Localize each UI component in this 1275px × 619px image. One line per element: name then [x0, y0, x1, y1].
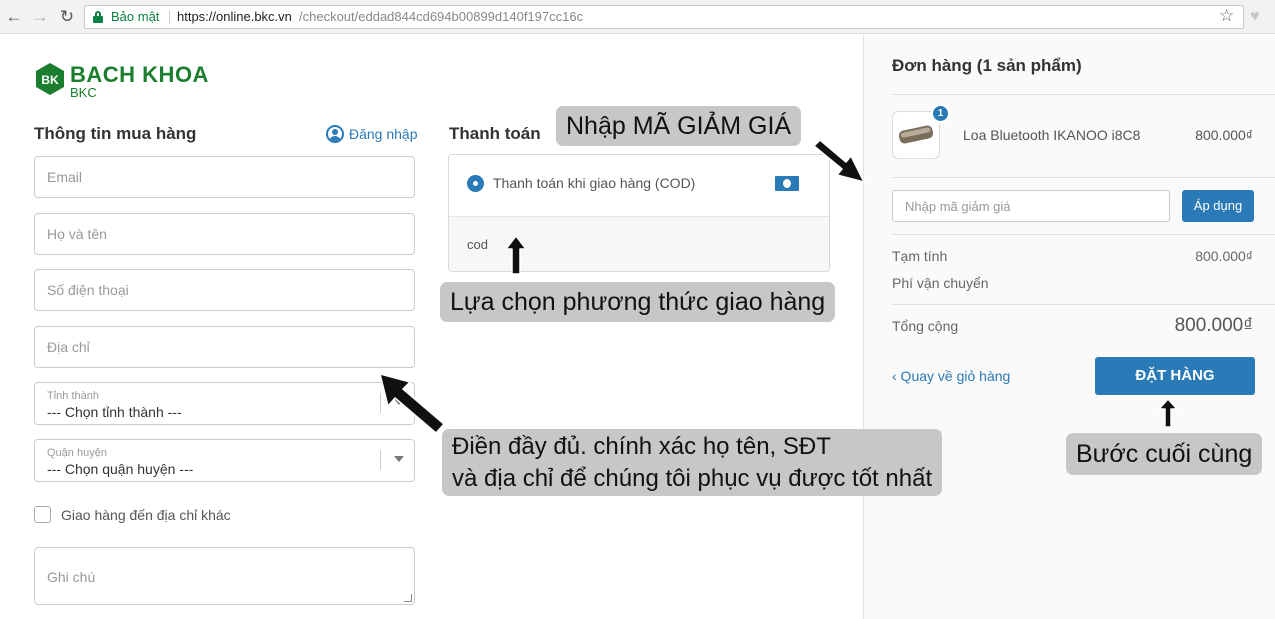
district-value: --- Chọn quận huyện --- [47, 461, 194, 477]
brand-sub: BKC [70, 85, 97, 100]
speaker-image [898, 124, 934, 145]
fill-hint-line1: Điền đầy đủ. chính xác họ tên, SĐT [452, 433, 831, 460]
cod-label: Thanh toán khi giao hàng (COD) [493, 175, 696, 191]
select-divider [380, 450, 381, 470]
bk-hexagon-logo-icon: BK [36, 63, 64, 95]
fill-info-hint-callout: Điền đầy đủ. chính xác họ tên, SĐT và đị… [442, 429, 943, 496]
subtotal-value: 800.000₫ [1195, 248, 1253, 264]
payment-option-cod[interactable]: Thanh toán khi giao hàng (COD) [449, 155, 829, 217]
resize-handle[interactable] [404, 594, 412, 602]
cash-icon [775, 176, 799, 191]
note-placeholder: Ghi chú [47, 569, 96, 585]
province-value: --- Chọn tỉnh thành --- [47, 404, 182, 420]
order-title: Đơn hàng (1 sản phẩm) [892, 56, 1082, 75]
other-address-option[interactable]: Giao hàng đến địa chỉ khác [34, 506, 231, 523]
url-path: /checkout/eddad844cd694b00899d140f197cc1… [299, 9, 584, 24]
url-separator [169, 10, 170, 24]
email-field[interactable]: Email [34, 156, 415, 198]
secure-label: Bảo mật [111, 9, 160, 24]
name-field[interactable]: Họ và tên [34, 213, 415, 255]
login-label: Đăng nhập [349, 126, 418, 142]
subtotal-label: Tạm tính [892, 248, 948, 264]
extension-heart-icon[interactable]: ♥ [1250, 8, 1260, 26]
province-select[interactable]: Tỉnh thành --- Chọn tỉnh thành --- [34, 382, 415, 425]
place-order-button[interactable]: ĐẶT HÀNG [1095, 357, 1255, 395]
browser-toolbar: ← → ↻ Bảo mật https://online.bkc.vn /che… [0, 0, 1275, 34]
product-price: 800.000₫ [1195, 127, 1253, 143]
email-placeholder: Email [47, 169, 83, 185]
final-step-hint-callout: Bước cuối cùng [1066, 433, 1263, 475]
district-label: Quận huyện [47, 447, 107, 459]
fill-hint-line2: và địa chỉ để chúng tôi phục vụ được tốt… [452, 465, 933, 492]
other-address-label: Giao hàng đến địa chỉ khác [61, 506, 231, 523]
shipping-hint-callout: Lựa chọn phương thức giao hàng [440, 282, 836, 322]
province-label: Tỉnh thành [47, 390, 99, 402]
address-placeholder: Địa chỉ [47, 339, 90, 355]
divider [892, 177, 1275, 178]
arrow-to-discount-icon [813, 139, 865, 183]
divider [892, 234, 1275, 235]
cod-description: cod [467, 237, 488, 252]
order-summary: Đơn hàng (1 sản phẩm) 1 Loa Bluetooth IK… [863, 35, 1275, 619]
logo-mark-text: BK [41, 73, 59, 87]
back-to-cart-link[interactable]: ‹ Quay về giỏ hàng [892, 368, 1010, 384]
district-select[interactable]: Quận huyện --- Chọn quận huyện --- [34, 439, 415, 482]
bookmark-star-icon[interactable]: ☆ [1219, 6, 1234, 26]
purchase-info-title: Thông tin mua hàng [34, 124, 197, 143]
divider [892, 304, 1275, 305]
chevron-down-icon[interactable] [394, 456, 404, 462]
arrow-to-payment-icon [505, 235, 527, 275]
phone-placeholder: Số điện thoại [47, 282, 129, 298]
discount-placeholder: Nhập mã giảm giá [905, 199, 1011, 214]
reload-icon[interactable]: ↻ [57, 7, 77, 27]
total-value: 800.000₫ [1174, 315, 1253, 336]
phone-field[interactable]: Số điện thoại [34, 269, 415, 311]
forward-arrow-icon[interactable]: → [30, 7, 50, 27]
name-placeholder: Họ và tên [47, 226, 107, 242]
login-link[interactable]: Đăng nhập [326, 125, 418, 143]
other-address-checkbox[interactable] [34, 506, 51, 523]
product-name: Loa Bluetooth IKANOO i8C8 [963, 127, 1141, 143]
total-label: Tổng cộng [892, 318, 959, 334]
arrow-to-order-button-icon [1158, 398, 1178, 428]
address-field[interactable]: Địa chỉ [34, 326, 415, 368]
apply-discount-button[interactable]: Áp dụng [1182, 190, 1254, 222]
arrow-to-form-icon [379, 373, 445, 434]
back-arrow-icon[interactable]: ← [4, 7, 24, 27]
discount-hint-callout: Nhập MÃ GIẢM GIÁ [556, 106, 802, 146]
address-bar[interactable]: Bảo mật https://online.bkc.vn /checkout/… [84, 5, 1244, 29]
cod-radio[interactable] [467, 175, 484, 192]
shipping-label: Phí vận chuyển [892, 275, 989, 291]
quantity-badge: 1 [931, 104, 950, 123]
url-host: https://online.bkc.vn [177, 9, 292, 24]
lock-icon [93, 11, 103, 23]
payment-title: Thanh toán [449, 124, 541, 143]
divider [892, 94, 1275, 95]
discount-code-input[interactable]: Nhập mã giảm giá [892, 190, 1170, 222]
user-icon [326, 125, 344, 143]
note-textarea[interactable]: Ghi chú [34, 547, 415, 605]
